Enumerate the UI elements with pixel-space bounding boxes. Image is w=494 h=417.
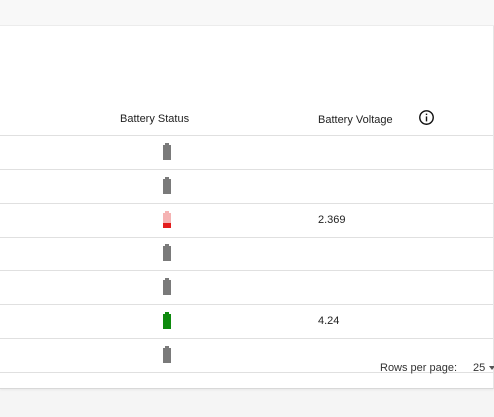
table-row[interactable]: [0, 136, 493, 170]
battery-unknown-icon: [163, 278, 171, 295]
table-row[interactable]: 4.24: [0, 305, 493, 339]
table-row[interactable]: [0, 170, 493, 204]
table-row[interactable]: [0, 271, 493, 305]
battery-unknown-icon: [163, 177, 171, 194]
column-header-battery-voltage[interactable]: Battery Voltage: [318, 114, 393, 126]
devices-table-card: Battery Status Battery Voltage 2.369 4.2…: [0, 26, 494, 389]
table-row[interactable]: [0, 237, 493, 271]
table-row[interactable]: 2.369: [0, 204, 493, 238]
chevron-down-icon[interactable]: [489, 366, 494, 370]
battery-full-icon: [163, 312, 171, 329]
battery-voltage-cell: 4.24: [318, 315, 340, 327]
info-icon[interactable]: [418, 109, 435, 126]
battery-unknown-icon: [163, 244, 171, 261]
table-pagination: Rows per page: 25: [0, 347, 494, 387]
battery-low-icon: [163, 211, 171, 228]
rows-per-page-select[interactable]: 25: [473, 362, 485, 374]
rows-per-page-label: Rows per page:: [380, 362, 458, 374]
table-header: Battery Status Battery Voltage: [0, 82, 493, 136]
battery-unknown-icon: [163, 143, 171, 160]
battery-voltage-cell: 2.369: [318, 214, 346, 226]
top-bar: [0, 0, 494, 26]
column-header-battery-status[interactable]: Battery Status: [120, 113, 189, 125]
